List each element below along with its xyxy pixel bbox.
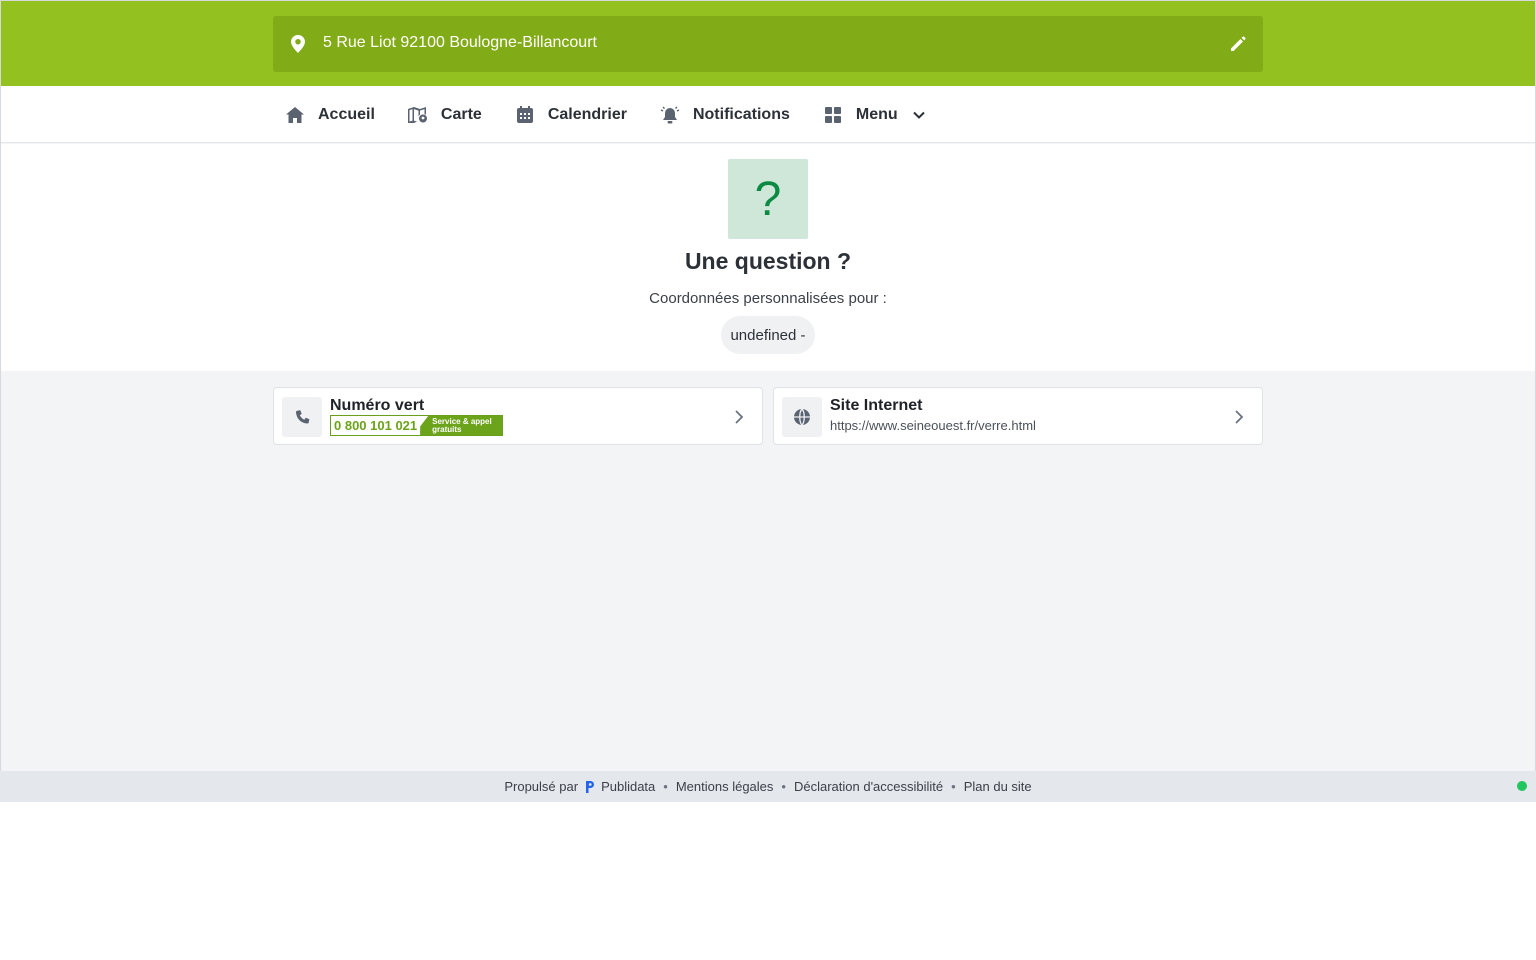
sitemap-link[interactable]: Plan du site — [964, 779, 1032, 794]
nav-item-notifications[interactable]: Notifications — [660, 86, 790, 143]
question-mark-icon: ? — [728, 159, 808, 239]
grid-icon — [823, 105, 843, 125]
subtitle: Coordonnées personnalisées pour : — [649, 290, 887, 307]
powered-by-text: Propulsé par — [504, 779, 579, 794]
website-card-title: Site Internet — [830, 397, 923, 414]
accessibility-link[interactable]: Déclaration d'accessibilité — [794, 779, 943, 794]
bell-icon — [660, 105, 680, 125]
publidata-logo-icon — [586, 780, 595, 793]
nav-item-accueil[interactable]: Accueil — [285, 86, 375, 143]
map-icon — [407, 105, 428, 125]
nav-label-notifications: Notifications — [692, 105, 790, 123]
footer-separator: • — [663, 779, 668, 794]
chevron-down-icon — [912, 111, 925, 119]
header: 5 Rue Liot 92100 Boulogne-Billancourt — [1, 1, 1535, 86]
context-pill: undefined - — [721, 316, 815, 354]
question-section: ? Une question ? Coordonnées personnalis… — [1, 144, 1535, 371]
website-url: https://www.seineouest.fr/verre.html — [830, 418, 1036, 433]
nav-label-carte: Carte — [440, 105, 482, 123]
location-pin-icon — [291, 35, 305, 53]
chevron-right-icon — [1235, 410, 1244, 424]
page-frame: 5 Rue Liot 92100 Boulogne-Billancourt Ac… — [0, 0, 1536, 802]
nav-item-calendrier[interactable]: Calendrier — [515, 86, 627, 143]
nav-item-carte[interactable]: Carte — [407, 86, 482, 143]
phone-card[interactable]: Numéro vert 0 800 101 021 Service & appe… — [273, 387, 763, 445]
phone-card-title: Numéro vert — [330, 397, 425, 414]
page-title: Une question ? — [684, 248, 852, 274]
footer-separator: • — [951, 779, 956, 794]
nav-label-menu: Menu — [855, 105, 898, 123]
nav-label-calendrier: Calendrier — [547, 105, 627, 123]
home-icon — [285, 105, 305, 125]
main-nav: Accueil Carte Calendrier Notifications M… — [1, 86, 1535, 143]
website-card[interactable]: Site Internet https://www.seineouest.fr/… — [773, 387, 1263, 445]
badge-line-2: gratuits — [432, 425, 462, 434]
globe-icon — [782, 397, 822, 437]
phone-icon — [282, 397, 322, 437]
footer-separator: • — [781, 779, 786, 794]
pencil-icon[interactable] — [1229, 35, 1247, 53]
chevron-right-icon — [735, 410, 744, 424]
free-call-badge: Service & appel gratuits — [420, 416, 503, 435]
footer: Propulsé par Publidata • Mentions légale… — [0, 771, 1536, 802]
address-bar[interactable]: 5 Rue Liot 92100 Boulogne-Billancourt — [273, 16, 1263, 72]
mentions-legales-link[interactable]: Mentions légales — [676, 779, 774, 794]
calendar-icon — [515, 105, 535, 125]
phone-number: 0 800 101 021 — [334, 418, 418, 433]
publidata-link[interactable]: Publidata — [601, 779, 655, 794]
nav-item-menu[interactable]: Menu — [823, 86, 926, 143]
status-indicator — [1517, 781, 1527, 791]
phone-number-tag[interactable]: 0 800 101 021 Service & appel gratuits — [330, 415, 504, 436]
address-text: 5 Rue Liot 92100 Boulogne-Billancourt — [323, 34, 597, 51]
nav-label-accueil: Accueil — [318, 105, 375, 123]
